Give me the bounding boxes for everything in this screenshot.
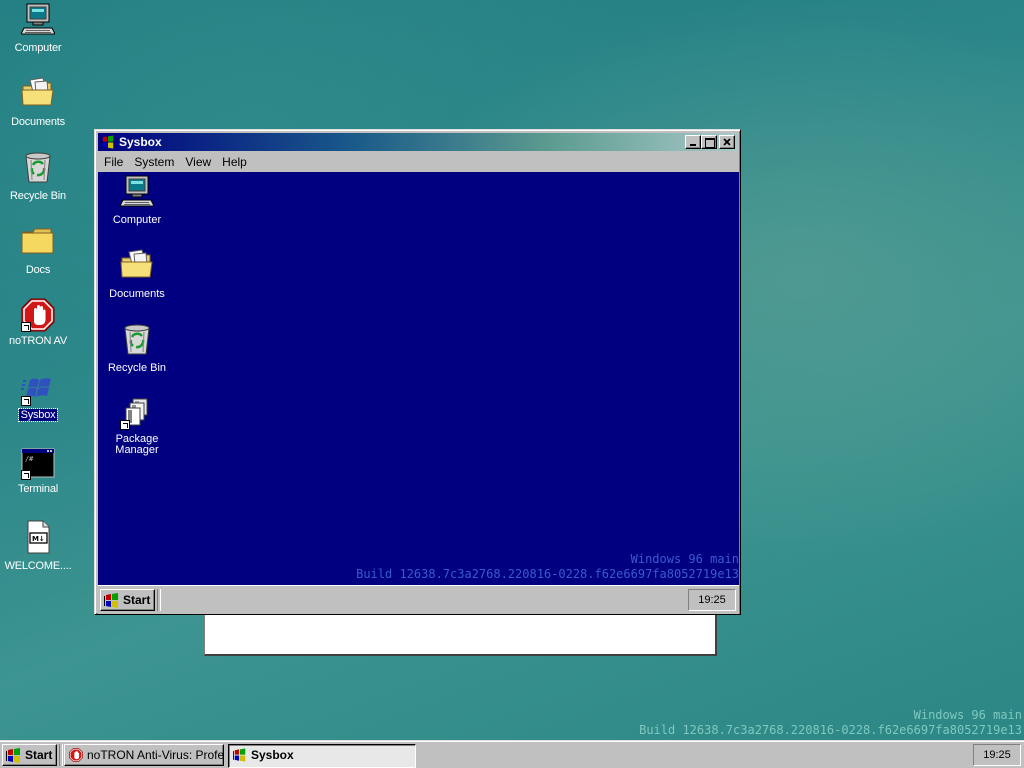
minimize-button[interactable] bbox=[685, 135, 701, 149]
watermark-line1: Windows 96 main bbox=[913, 708, 1022, 722]
close-icon bbox=[723, 138, 731, 146]
desktop-icon-notron-av[interactable]: noTRON AV bbox=[2, 298, 74, 347]
recycle-bin-icon bbox=[21, 150, 55, 184]
markdown-file-icon bbox=[21, 520, 55, 554]
desktop-icon-welcome[interactable]: WELCOME.... bbox=[2, 520, 74, 572]
shortcut-arrow-icon bbox=[21, 322, 31, 332]
desktop-icon-label: Recycle Bin bbox=[10, 190, 66, 202]
sysbox-icon-label: Computer bbox=[112, 214, 162, 226]
taskbar-item-sysbox[interactable]: Sysbox bbox=[228, 744, 416, 768]
taskbar-clock: 19:25 bbox=[973, 744, 1021, 766]
documents-folder-icon bbox=[21, 76, 55, 110]
taskbar-divider bbox=[59, 744, 63, 766]
start-button[interactable]: Start bbox=[2, 744, 58, 766]
stop-hand-icon bbox=[69, 748, 83, 762]
background-window[interactable] bbox=[204, 612, 717, 656]
desktop-icon-recycle-bin[interactable]: Recycle Bin bbox=[2, 150, 74, 202]
sysbox-icon-documents[interactable]: Documents bbox=[99, 248, 175, 300]
computer-icon bbox=[21, 2, 55, 36]
sysbox-taskbar: Start 19:25 bbox=[98, 585, 739, 614]
watermark-line1: Windows 96 main bbox=[630, 552, 739, 566]
desktop-icon-label: Docs bbox=[25, 264, 51, 276]
maximize-icon bbox=[705, 138, 715, 148]
watermark-line2: Build 12638.7c3a2768.220816-0228.f62e669… bbox=[639, 723, 1022, 737]
sysbox-start-button[interactable]: Start bbox=[100, 589, 156, 611]
sysbox-build-watermark: Windows 96 main Build 12638.7c3a2768.220… bbox=[356, 552, 739, 582]
taskbar-item-label: noTRON Anti-Virus: Profes... bbox=[87, 748, 224, 762]
start-logo-icon bbox=[104, 593, 120, 608]
watermark-line2: Build 12638.7c3a2768.220816-0228.f62e669… bbox=[356, 567, 739, 581]
sysbox-desktop-area[interactable]: Computer Documents Recycle Bin Package M… bbox=[98, 172, 739, 585]
taskbar-divider bbox=[157, 589, 161, 611]
sysbox-icon-computer[interactable]: Computer bbox=[99, 174, 175, 226]
shortcut-arrow-icon bbox=[21, 396, 31, 406]
close-button[interactable] bbox=[719, 135, 735, 149]
desktop-icon-label: Documents bbox=[11, 116, 65, 128]
window-title: Sysbox bbox=[119, 135, 162, 149]
desktop-icon-documents[interactable]: Documents bbox=[2, 76, 74, 128]
start-logo-icon bbox=[6, 748, 22, 763]
sysbox-icon-label: Recycle Bin bbox=[107, 362, 167, 374]
shortcut-arrow-icon bbox=[21, 470, 31, 480]
windows-logo-icon bbox=[233, 748, 247, 762]
documents-folder-icon bbox=[120, 248, 154, 282]
desktop-icon-terminal[interactable]: Terminal bbox=[2, 446, 74, 495]
start-label: Start bbox=[123, 593, 151, 607]
desktop-icon-computer[interactable]: Computer bbox=[2, 2, 74, 54]
taskbar: Start noTRON Anti-Virus: Profes... Sysbo… bbox=[0, 740, 1024, 768]
taskbar-item-label: Sysbox bbox=[251, 748, 294, 762]
windows-logo-icon bbox=[101, 135, 115, 149]
menu-help[interactable]: Help bbox=[216, 152, 252, 169]
desktop-icon-label: noTRON AV bbox=[9, 335, 67, 347]
sysbox-clock: 19:25 bbox=[688, 589, 736, 611]
minimize-icon bbox=[690, 144, 696, 146]
desktop-icon-label: Sysbox bbox=[17, 408, 59, 422]
maximize-button[interactable] bbox=[701, 135, 717, 149]
sysbox-window[interactable]: Sysbox File System View Help Computer Docum… bbox=[94, 129, 741, 615]
sysbox-icon-recycle-bin[interactable]: Recycle Bin bbox=[99, 322, 175, 374]
sysbox-icon-label: Documents bbox=[109, 288, 165, 300]
desktop-icon-label: Computer bbox=[14, 42, 62, 54]
desktop-build-watermark: Windows 96 main Build 12638.7c3a2768.220… bbox=[639, 708, 1022, 738]
desktop-icon-sysbox[interactable]: Sysbox bbox=[2, 372, 74, 422]
recycle-bin-icon bbox=[120, 322, 154, 356]
desktop-icon-label: WELCOME.... bbox=[4, 560, 72, 572]
desktop-icon-label: Terminal bbox=[18, 483, 58, 495]
sysbox-icon-package-manager[interactable]: Package Manager bbox=[99, 396, 175, 456]
menu-system[interactable]: System bbox=[128, 152, 179, 169]
desktop-icon-docs[interactable]: Docs bbox=[2, 224, 74, 276]
folder-icon bbox=[21, 224, 55, 258]
title-bar[interactable]: Sysbox bbox=[98, 133, 737, 151]
menu-bar: File System View Help bbox=[98, 152, 737, 170]
menu-view[interactable]: View bbox=[179, 152, 216, 169]
shortcut-arrow-icon bbox=[120, 420, 130, 430]
start-label: Start bbox=[25, 748, 53, 762]
taskbar-item-notron[interactable]: noTRON Anti-Virus: Profes... bbox=[64, 744, 224, 766]
sysbox-icon-label-line2: Manager bbox=[115, 444, 159, 456]
menu-file[interactable]: File bbox=[98, 152, 128, 169]
computer-icon bbox=[120, 174, 154, 208]
